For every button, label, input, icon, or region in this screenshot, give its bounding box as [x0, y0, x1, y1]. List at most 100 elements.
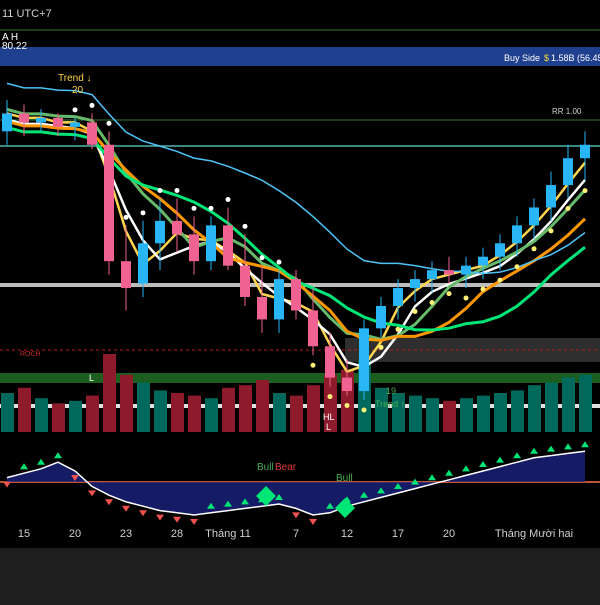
- signal-dot: [565, 206, 571, 212]
- signal-dot: [157, 188, 163, 194]
- volume-bar: [103, 354, 116, 432]
- candle-body: [2, 113, 12, 132]
- signal-dot: [72, 107, 78, 113]
- volume-bar: [69, 400, 82, 432]
- signal-dot: [276, 259, 282, 265]
- buy-side-banner: Buy Side $ 1.58B (56.45: [504, 53, 600, 63]
- candle-body: [223, 225, 233, 266]
- signal-dot: [361, 407, 367, 413]
- signal-dot: [480, 286, 486, 292]
- candle-body: [189, 234, 199, 262]
- candle-body: [546, 185, 556, 208]
- volume-bar: [222, 387, 235, 432]
- candle-body: [257, 297, 267, 320]
- signal-dot: [497, 277, 503, 283]
- signal-dot: [208, 205, 214, 211]
- x-tick-label: Tháng Mười hai: [495, 528, 573, 540]
- bear-label: Bear: [275, 462, 297, 473]
- candle-body: [291, 279, 301, 311]
- signal-dot: [140, 210, 146, 216]
- volume-bar: [1, 393, 14, 432]
- candle-body: [325, 346, 335, 378]
- candle-body: [172, 220, 182, 235]
- volume-bar: [307, 385, 320, 432]
- signal-dot: [106, 120, 112, 126]
- bull-label-2: Bull: [336, 473, 353, 484]
- volume-bar: [120, 374, 133, 432]
- candle-body: [206, 225, 216, 262]
- footer-area: [0, 548, 600, 600]
- signal-dot: [395, 326, 401, 332]
- volume-bar: [154, 390, 167, 432]
- candle-body: [36, 117, 46, 123]
- x-tick-label: 15: [18, 528, 30, 540]
- signal-dot: [514, 264, 520, 270]
- trend-down-value: 20: [72, 85, 84, 96]
- trend-up-value: 19: [386, 386, 396, 396]
- signal-dot: [123, 214, 129, 220]
- candle-body: [427, 270, 437, 280]
- candle-body: [308, 310, 318, 347]
- x-tick-label: 12: [341, 528, 353, 540]
- signal-dot: [225, 196, 231, 202]
- signal-dot: [191, 205, 197, 211]
- candle-body: [53, 117, 63, 127]
- x-tick-label: 7: [293, 528, 299, 540]
- signal-dot: [344, 403, 350, 409]
- volume-bar: [137, 382, 150, 432]
- candle-body: [240, 265, 250, 298]
- volume-bar: [290, 395, 303, 432]
- roch-label: ROCH: [20, 351, 41, 358]
- candle-body: [19, 113, 29, 123]
- volume-bar: [443, 400, 456, 432]
- volume-bar: [35, 398, 48, 432]
- volume-bar: [18, 387, 31, 432]
- candle-body: [121, 261, 131, 289]
- volume-bar: [460, 398, 473, 432]
- chart-stage: 11 UTC+7 Buy Side $ 1.58B (56.45 A H 80.…: [0, 0, 600, 600]
- volume-bar: [426, 398, 439, 432]
- candle-body: [495, 243, 505, 257]
- volume-bar: [477, 395, 490, 432]
- signal-dot: [463, 295, 469, 301]
- volume-bar: [86, 395, 99, 432]
- top-left-value: 80.22: [2, 41, 27, 52]
- trend-down-label: Trend ↓: [58, 73, 92, 84]
- signal-dot: [446, 291, 452, 297]
- volume-bar: [171, 393, 184, 432]
- l-label-2: L: [326, 422, 331, 432]
- candle-body: [529, 207, 539, 226]
- volume-bar: [528, 385, 541, 432]
- candle-body: [444, 270, 454, 275]
- candle-body: [359, 328, 369, 392]
- volume-bar: [409, 395, 422, 432]
- candle-body: [461, 265, 471, 275]
- candle-body: [274, 279, 284, 320]
- signal-dot: [429, 300, 435, 306]
- volume-bar: [494, 393, 507, 432]
- candle-body: [104, 144, 114, 262]
- volume-bar: [239, 385, 252, 432]
- candle-body: [155, 220, 165, 244]
- zone-box: [345, 338, 600, 362]
- candle-body: [138, 243, 148, 284]
- volume-bar: [579, 374, 592, 432]
- signal-dot: [89, 102, 95, 108]
- volume-bar: [188, 395, 201, 432]
- candle-body: [376, 305, 386, 329]
- candle-body: [70, 122, 80, 127]
- signal-dot: [412, 308, 418, 314]
- candle-body: [87, 122, 97, 145]
- x-tick-label: 28: [171, 528, 183, 540]
- candlestick-chart: 11 UTC+7 Buy Side $ 1.58B (56.45 A H 80.…: [0, 0, 600, 600]
- volume-bar: [511, 390, 524, 432]
- signal-dot: [378, 344, 384, 350]
- buy-side-value: 1.58B (56.45: [551, 53, 600, 63]
- candle-body: [393, 288, 403, 306]
- candle-body: [478, 256, 488, 266]
- volume-bar: [273, 393, 286, 432]
- timezone-label: 11 UTC+7: [2, 8, 52, 20]
- buy-side-symbol: $: [544, 53, 549, 63]
- candle-body: [580, 144, 590, 159]
- signal-dot: [310, 362, 316, 368]
